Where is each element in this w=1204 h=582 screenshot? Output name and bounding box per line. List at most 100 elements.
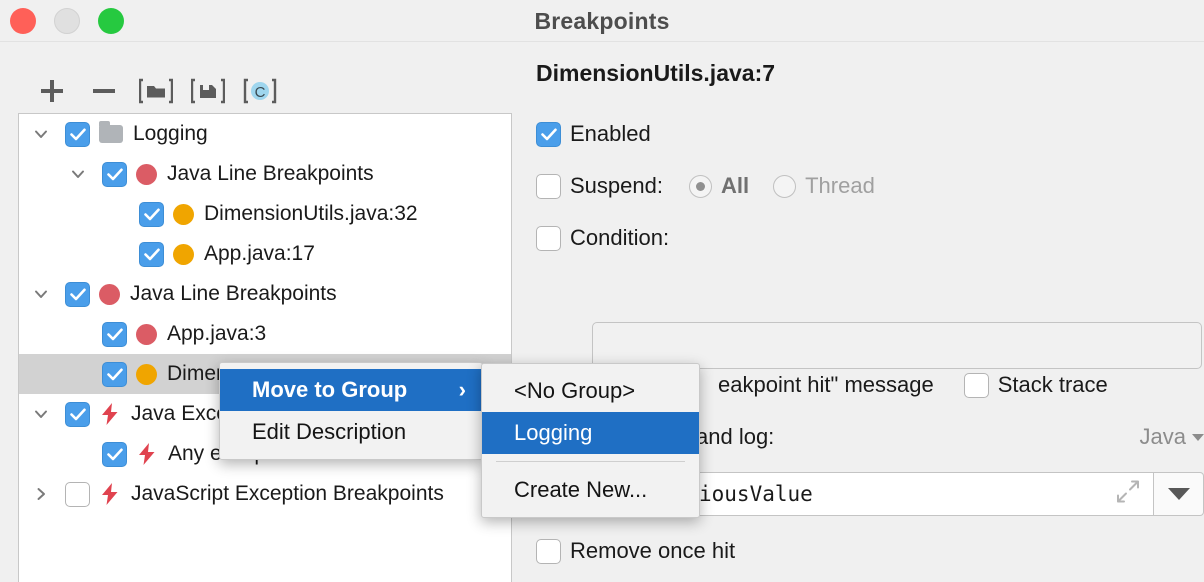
c-circle-icon: C: [243, 78, 277, 104]
tree-row[interactable]: App.java:3: [19, 314, 511, 354]
tree-row-label: Logging: [133, 122, 208, 145]
suspend-thread-radio[interactable]: [773, 174, 797, 198]
orange-circle-icon: [173, 203, 194, 225]
tree-row-label: Java Line Breakpoints: [167, 162, 374, 185]
tree-row[interactable]: Logging: [19, 114, 511, 154]
chevron-down-icon: [1192, 433, 1204, 441]
plus-icon: [41, 80, 63, 102]
evaluate-and-log-label: and log:: [696, 424, 775, 449]
folder-brackets-icon: [139, 78, 173, 104]
log-message-label: eakpoint hit" message: [718, 372, 934, 397]
tree-row-checkbox[interactable]: [102, 161, 127, 187]
expand-icon[interactable]: [1115, 479, 1141, 510]
tree-row-checkbox[interactable]: [65, 281, 90, 307]
language-value: Java: [1139, 424, 1186, 449]
tree-row-checkbox[interactable]: [65, 481, 90, 507]
tree-row-checkbox[interactable]: [65, 401, 90, 427]
language-dropdown[interactable]: Java: [1140, 424, 1204, 450]
tree-row-label: DimensionUtils.java:32: [204, 202, 418, 225]
condition-label: Condition:: [570, 225, 670, 250]
window-title: Breakpoints: [534, 8, 670, 34]
condition-input[interactable]: [592, 322, 1202, 369]
remove-once-hit-row: Remove once hit: [536, 538, 735, 564]
tree-row[interactable]: App.java:17: [19, 234, 511, 274]
red-circle-icon: [136, 163, 157, 185]
tree-row-checkbox[interactable]: [102, 361, 127, 387]
condition-checkbox[interactable]: [536, 225, 561, 251]
context-menu[interactable]: Move to Group › Edit Description: [219, 362, 483, 460]
suspend-label: Suspend:: [570, 173, 663, 198]
tree-row[interactable]: JavaScript Exception Breakpoints: [19, 474, 511, 514]
enabled-checkbox[interactable]: [536, 121, 561, 147]
submenu-item[interactable]: Logging: [482, 412, 699, 454]
svg-text:C: C: [255, 84, 266, 101]
tree-row-checkbox[interactable]: [139, 201, 164, 227]
suspend-thread-label: Thread: [805, 173, 875, 198]
orange-circle-icon: [136, 363, 157, 385]
submenu-arrow-icon: ›: [458, 377, 466, 402]
tree-row-label: Java Line Breakpoints: [130, 282, 337, 305]
suspend-all-label: All: [720, 173, 750, 198]
chevron-down-icon[interactable]: [29, 394, 53, 434]
tree-row[interactable]: DimensionUtils.java:32: [19, 194, 511, 234]
chevron-down-icon[interactable]: [29, 114, 53, 154]
context-menu-item[interactable]: Edit Description: [220, 411, 482, 453]
enabled-label: Enabled: [570, 121, 651, 146]
tree-row-checkbox[interactable]: [139, 241, 164, 267]
lightning-icon: [102, 403, 118, 425]
class-filter-button[interactable]: C: [234, 72, 286, 110]
lightning-icon: [102, 483, 118, 505]
move-to-group-button[interactable]: [130, 72, 182, 110]
red-circle-icon: [136, 323, 157, 345]
tree-row-checkbox[interactable]: [102, 441, 127, 467]
condition-row: Condition:: [536, 225, 1204, 251]
stack-trace-checkbox[interactable]: [963, 372, 989, 398]
tree-row-checkbox[interactable]: [65, 121, 90, 147]
submenu-item[interactable]: Create New...: [482, 469, 699, 511]
tree-row-label: App.java:17: [204, 242, 315, 265]
chevron-right-icon[interactable]: [29, 474, 53, 514]
tree-row-label: App.java:3: [167, 322, 267, 345]
move-to-group-submenu[interactable]: <No Group> Logging Create New...: [481, 363, 700, 518]
lightning-icon: [136, 442, 158, 466]
remove-breakpoint-button[interactable]: [78, 72, 130, 110]
breakpoint-detail-panel: DimensionUtils.java:7 Enabled Suspend: A…: [536, 60, 1204, 277]
close-button[interactable]: [10, 8, 36, 34]
save-to-group-button[interactable]: [182, 72, 234, 110]
breakpoints-toolbar: C: [26, 72, 286, 110]
add-breakpoint-button[interactable]: [26, 72, 78, 110]
lightning-icon: [99, 402, 121, 426]
page-title: DimensionUtils.java:7: [536, 60, 776, 86]
remove-once-hit-checkbox[interactable]: [536, 538, 561, 564]
lightning-icon: [139, 443, 155, 465]
tree-row[interactable]: Java Line Breakpoints: [19, 274, 511, 314]
tree-row-checkbox[interactable]: [102, 321, 127, 347]
tree-row-label: JavaScript Exception Breakpoints: [131, 482, 444, 505]
chevron-down-icon[interactable]: [29, 274, 53, 314]
remove-once-hit-label: Remove once hit: [570, 538, 736, 563]
context-menu-item[interactable]: Move to Group ›: [220, 369, 482, 411]
window-controls: [10, 8, 124, 34]
suspend-all-radio[interactable]: [688, 174, 712, 198]
enabled-row: Enabled: [536, 121, 1204, 147]
lightning-icon: [99, 482, 121, 506]
chevron-down-icon[interactable]: [66, 154, 90, 194]
expression-history-dropdown[interactable]: [1154, 472, 1204, 516]
submenu-item[interactable]: <No Group>: [482, 370, 699, 412]
minimize-button[interactable]: [54, 8, 80, 34]
context-menu-item-label: Move to Group: [252, 377, 408, 402]
disk-brackets-icon: [191, 78, 225, 104]
folder-icon: [99, 121, 123, 143]
zoom-button[interactable]: [98, 8, 124, 34]
suspend-checkbox[interactable]: [536, 173, 561, 199]
orange-circle-icon: [173, 243, 194, 265]
red-circle-icon: [99, 283, 120, 305]
stack-trace-label: Stack trace: [997, 372, 1108, 397]
breakpoints-tree[interactable]: Logging Java Line Breakpoints DimensionUti…: [18, 113, 512, 582]
menu-separator: [496, 461, 685, 462]
tree-row[interactable]: Java Line Breakpoints: [19, 154, 511, 194]
chevron-down-icon: [1167, 488, 1190, 500]
context-menu-item-label: Edit Description: [252, 419, 407, 444]
minus-icon: [93, 89, 115, 93]
breakpoints-dialog: Breakpoints C Logging Java Line Breakpoi…: [0, 0, 1204, 582]
